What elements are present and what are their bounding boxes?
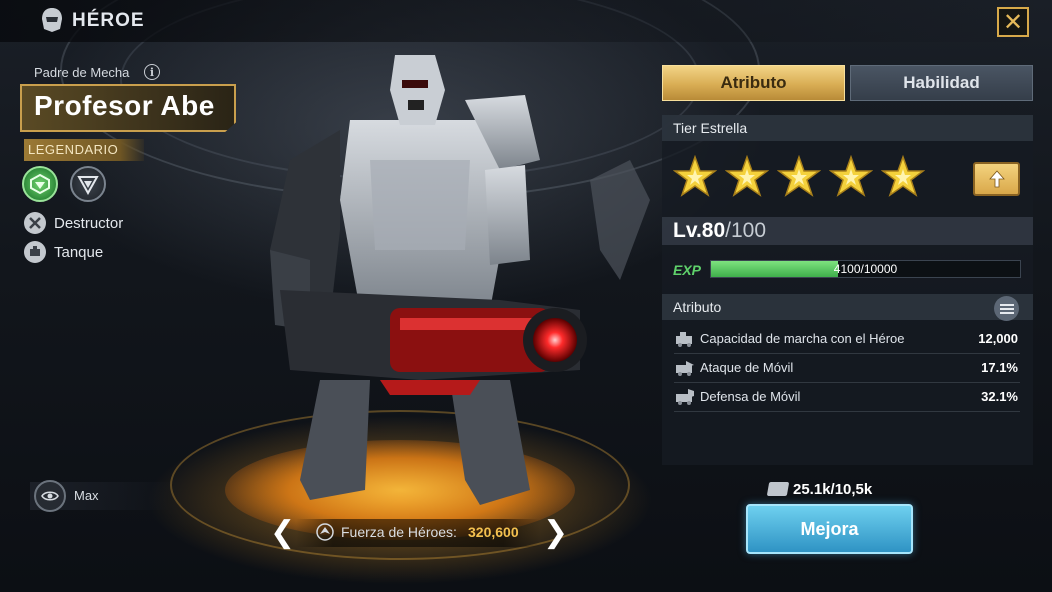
power-icon bbox=[316, 523, 334, 541]
level-max: /100 bbox=[725, 219, 767, 242]
next-hero-arrow[interactable]: ❯ bbox=[543, 518, 568, 548]
rarity-badge: LEGENDARIO bbox=[24, 139, 144, 161]
star-icon bbox=[777, 155, 821, 197]
tank-icon bbox=[24, 241, 46, 263]
hero-name: Profesor Abe bbox=[34, 90, 215, 121]
mobile-attack-icon bbox=[676, 361, 694, 376]
exp-progress-bar: 4100/10000 bbox=[710, 260, 1021, 278]
close-button[interactable]: ✕ bbox=[997, 7, 1029, 37]
arrow-up-icon bbox=[988, 170, 1005, 188]
previous-hero-arrow[interactable]: ❮ bbox=[270, 518, 295, 548]
star-icon bbox=[881, 155, 925, 197]
attribute-label: Capacidad de marcha con el Héroe bbox=[700, 331, 905, 346]
faction-badge[interactable] bbox=[22, 166, 58, 202]
top-bar bbox=[0, 0, 1052, 42]
attribute-header: Atributo bbox=[662, 294, 1033, 320]
attribute-label: Ataque de Móvil bbox=[700, 360, 794, 375]
eye-icon bbox=[41, 491, 59, 501]
type-badge[interactable] bbox=[70, 166, 106, 202]
attribute-row: Capacidad de marcha con el Héroe 12,000 bbox=[674, 326, 1020, 354]
attribute-row: Defensa de Móvil 32.1% bbox=[674, 384, 1020, 412]
hero-power-label: Fuerza de Héroes: bbox=[341, 524, 457, 540]
rarity-label: LEGENDARIO bbox=[28, 142, 119, 157]
upgrade-button[interactable]: Mejora bbox=[746, 504, 913, 554]
hero-category-label: Padre de Mecha bbox=[34, 65, 130, 80]
page-title: HÉROE bbox=[72, 10, 145, 31]
attribute-value: 17.1% bbox=[981, 360, 1018, 375]
role-row-destroyer: Destructor bbox=[24, 211, 123, 235]
star-tier-header: Tier Estrella bbox=[662, 115, 1033, 141]
mecha-type-icon bbox=[77, 176, 99, 195]
tab-attribute[interactable]: Atributo bbox=[662, 65, 845, 101]
star-icon bbox=[829, 155, 873, 197]
star-icon bbox=[673, 155, 717, 197]
star-upgrade-button[interactable] bbox=[973, 162, 1020, 196]
role-label: Destructor bbox=[54, 214, 124, 232]
role-label: Tanque bbox=[54, 243, 104, 261]
attribute-value: 12,000 bbox=[978, 331, 1018, 346]
star-tier-title: Tier Estrella bbox=[673, 120, 748, 136]
exp-book-icon bbox=[766, 482, 790, 496]
list-icon bbox=[999, 303, 1014, 314]
tab-skill[interactable]: Habilidad bbox=[850, 65, 1033, 101]
upgrade-cost-text: 25.1k/10,5k bbox=[793, 480, 873, 498]
level-current: 80 bbox=[701, 219, 726, 242]
close-icon: ✕ bbox=[1002, 8, 1024, 36]
space-debris bbox=[590, 160, 650, 280]
level-display: Lv.80/100 bbox=[673, 219, 766, 243]
helmet-icon bbox=[42, 8, 62, 32]
info-icon[interactable]: i bbox=[144, 64, 160, 80]
attribute-label: Defensa de Móvil bbox=[700, 389, 801, 404]
march-capacity-icon bbox=[676, 332, 692, 347]
level-prefix: Lv. bbox=[673, 219, 702, 242]
hero-mecha-illustration bbox=[270, 55, 587, 505]
attribute-row: Ataque de Móvil 17.1% bbox=[674, 355, 1020, 383]
mobile-defense-icon bbox=[676, 389, 694, 405]
exp-progress-text: 4100/10000 bbox=[833, 262, 898, 276]
destroyer-icon bbox=[24, 212, 46, 234]
view-mode-label: Max bbox=[74, 488, 99, 503]
star-icon bbox=[725, 155, 769, 197]
view-toggle-button[interactable] bbox=[34, 480, 66, 512]
faction-icon bbox=[30, 173, 50, 195]
upgrade-cost: 25.1k/10,5k bbox=[766, 478, 873, 500]
attribute-title: Atributo bbox=[673, 299, 722, 315]
attribute-details-button[interactable] bbox=[994, 296, 1019, 321]
hero-power-value: 320,600 bbox=[468, 524, 519, 540]
exp-label: EXP bbox=[673, 262, 702, 278]
role-row-tank: Tanque bbox=[24, 240, 103, 264]
attribute-value: 32.1% bbox=[981, 389, 1018, 404]
